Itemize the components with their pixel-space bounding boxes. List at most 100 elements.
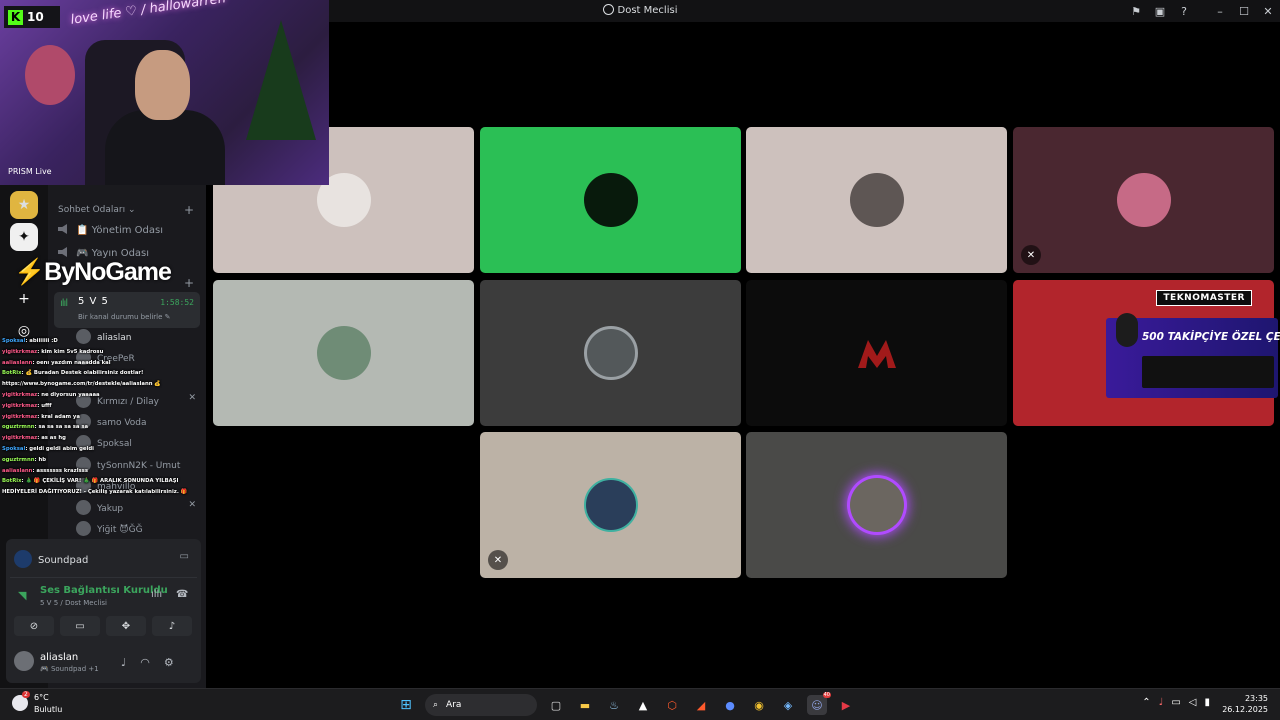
muted-mic-icon: ✕ — [488, 550, 508, 570]
steam-icon[interactable]: ♨ — [604, 695, 624, 715]
clock[interactable]: 23:35 26.12.2025 — [1222, 693, 1268, 715]
task-view-icon[interactable]: ▢ — [546, 695, 566, 715]
soundpad-activity[interactable]: Soundpad — [14, 550, 88, 568]
soundpad-icon — [14, 550, 32, 568]
minimize-button[interactable]: – — [1208, 5, 1232, 18]
chat-line: https://www.bynogame.com/tr/destekle/aal… — [2, 381, 161, 388]
share-screen-button[interactable]: ▭ — [60, 616, 100, 636]
search-box[interactable]: ⌕ Ara — [425, 694, 537, 716]
search-icon: ⌕ — [433, 700, 439, 710]
bynogame-logo: ⚡ByNoGame — [14, 258, 172, 286]
chat-line: yigitkrkmaz: ne diyorsun yaaaaa — [2, 391, 100, 398]
maximize-button[interactable]: ☐ — [1232, 5, 1256, 18]
inbox-icon[interactable]: ▣ — [1148, 5, 1172, 18]
chat-line: yigitkrkmaz: as as hg — [2, 435, 66, 442]
app-icon[interactable]: ● — [720, 695, 740, 715]
add-channel-icon[interactable]: + — [184, 276, 194, 290]
keyboard-image — [1142, 356, 1274, 388]
user-activity: 🎮 Soundpad +1 — [40, 665, 99, 673]
participant-avatar — [1116, 173, 1171, 227]
voice-activity-icon: ılıl — [60, 298, 68, 309]
video-tile[interactable]: ✕ — [480, 432, 741, 578]
promo-text: 500 TAKİPÇİYE ÖZEL ÇEKİLİŞ — [1142, 331, 1280, 343]
chat-line: yigitkrkmaz: ufff — [2, 402, 52, 409]
discord-icon[interactable]: ☺ 40 — [807, 692, 831, 715]
connection-status[interactable]: Ses Bağlantısı Kuruldu — [40, 585, 168, 596]
member-item[interactable]: Yakup — [76, 500, 123, 515]
speaker-icon — [58, 247, 67, 257]
video-tile[interactable] — [480, 280, 741, 426]
video-tile[interactable] — [213, 280, 474, 426]
teddy-bear — [25, 45, 75, 105]
streamer-body — [105, 110, 225, 185]
connection-icon: ◥ — [18, 589, 27, 602]
mic-tray-icon[interactable]: ♩ — [1159, 697, 1164, 708]
gear-icon[interactable]: ⚙ — [164, 656, 174, 669]
help-icon[interactable]: ? — [1172, 5, 1196, 18]
participant-avatar — [583, 326, 638, 380]
chevron-up-icon[interactable]: ⌃ — [1142, 697, 1150, 708]
server-icon-2[interactable]: ✦ — [10, 223, 38, 251]
battery-icon[interactable]: ▮ — [1204, 697, 1210, 708]
participant-avatar — [583, 478, 638, 532]
chat-overlay: Spoksal: abiiiiiii :D yigitkrkmaz: kim k… — [2, 336, 206, 498]
connection-channel[interactable]: 5 V 5 / Dost Meclisi — [40, 599, 107, 607]
media-player-icon[interactable]: ▶ — [836, 695, 856, 715]
video-tile[interactable] — [746, 432, 1007, 578]
microphone-icon[interactable]: ♩ — [121, 656, 126, 669]
banner-brand: TEKNOMASTER — [1156, 290, 1252, 306]
voice-timer: 1:58:52 — [160, 298, 194, 307]
app-icon[interactable]: ◈ — [778, 695, 798, 715]
start-icon[interactable]: ⊞ — [396, 695, 416, 715]
system-tray: ⌃ ♩ ▭ ◁ ▮ — [1142, 697, 1210, 708]
server-icon-1[interactable]: ★ — [10, 191, 38, 219]
activities-button[interactable]: ✥ — [106, 616, 146, 636]
brave-icon[interactable]: ⬡ — [662, 695, 682, 715]
chat-line: yigitkrkmaz: kim kim 5v5 kadrosu — [2, 348, 104, 355]
chat-line: yigitkrkmaz: kral adam ya — [2, 413, 80, 420]
riot-icon[interactable]: ▲ — [633, 695, 653, 715]
category-header[interactable]: Sohbet Odaları ⌄ — [58, 205, 136, 215]
add-server-icon[interactable]: + — [10, 285, 38, 313]
disconnect-icon[interactable]: ☎ — [176, 589, 188, 600]
video-tile[interactable] — [480, 127, 741, 273]
file-explorer-icon[interactable]: ▬ — [575, 695, 595, 715]
chat-line: oguztrmnn: hb — [2, 456, 47, 463]
chat-line: Spoksal: abiiiiiii :D — [2, 338, 58, 344]
chrome-icon[interactable]: ◉ — [749, 695, 769, 715]
christmas-tree — [246, 20, 316, 140]
noise-suppression-icon[interactable]: ıllı — [151, 589, 162, 600]
kick-viewer-badge: K 10 — [4, 6, 60, 28]
viewer-count: 10 — [27, 10, 44, 24]
taskbar-apps: ⊞ ⌕ Ara ▢ ▬ ♨ ▲ ⬡ ◢ ● ◉ ◈ ☺ 40 ▶ — [396, 692, 856, 717]
video-tile[interactable]: ✕ — [1013, 127, 1274, 273]
chat-line: aaliaslann: asssssss krazlsss — [2, 467, 88, 474]
muted-mic-icon: ✕ — [1021, 245, 1041, 265]
voice-channel-5v5[interactable]: ılıl 5 V 5 1:58:52 Bir kanal durumu beli… — [54, 292, 200, 328]
add-channel-icon[interactable]: + — [184, 203, 194, 217]
camera-off-button[interactable]: ⊘ — [14, 616, 54, 636]
threads-icon[interactable]: ⚑ — [1124, 5, 1148, 18]
launcher-icon[interactable]: ◢ — [691, 695, 711, 715]
channel-status[interactable]: Bir kanal durumu belirle ✎ — [78, 313, 171, 321]
video-tile[interactable] — [746, 280, 1007, 426]
chat-line: oguztrmnn: sa sa sa sa sa sa — [2, 424, 89, 431]
participant-avatar — [583, 173, 638, 227]
headphones-icon[interactable]: ◠ — [140, 656, 150, 669]
user-name: aliaslan — [40, 652, 79, 663]
chat-line: Spoksal: geldi geldi abim geldi — [2, 445, 94, 452]
member-item[interactable]: Yiğit 😈ĞĞ — [76, 521, 143, 536]
channel-yonetim[interactable]: 📋 Yönetim Odası — [58, 224, 163, 236]
video-tile[interactable] — [746, 127, 1007, 273]
participant-avatar — [849, 173, 904, 227]
user-controls: ♩ ◠ ⚙ — [121, 656, 174, 669]
taskbar: 2 6°C Bulutlu ⊞ ⌕ Ara ▢ ▬ ♨ ▲ ⬡ ◢ ● ◉ ◈ ☺… — [0, 688, 1280, 720]
weather-badge: 2 — [22, 691, 30, 698]
close-button[interactable]: ✕ — [1256, 5, 1280, 18]
network-icon[interactable]: ▭ — [1171, 697, 1180, 708]
server-icon — [602, 4, 614, 15]
window-controls: ⚑ ▣ ? – ☐ ✕ — [1124, 0, 1280, 22]
soundboard-button[interactable]: ♪ — [152, 616, 192, 636]
volume-icon[interactable]: ◁ — [1189, 697, 1197, 708]
screen-share-icon[interactable]: ▭ — [180, 551, 189, 562]
